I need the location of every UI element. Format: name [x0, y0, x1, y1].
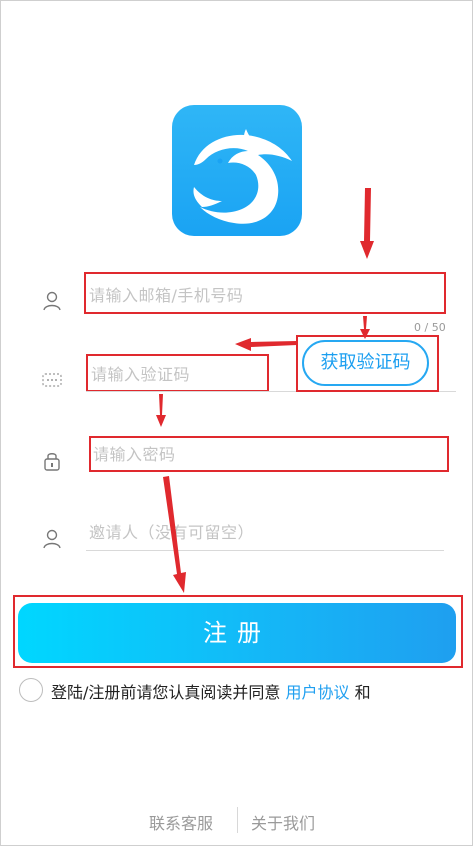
annotation-arrows — [156, 188, 374, 593]
arrow-down-1 — [360, 188, 374, 259]
arrow-down-2 — [360, 316, 370, 339]
arrow-left — [235, 338, 297, 351]
arrow-down-4 — [163, 476, 186, 593]
arrow-down-3 — [156, 394, 166, 427]
